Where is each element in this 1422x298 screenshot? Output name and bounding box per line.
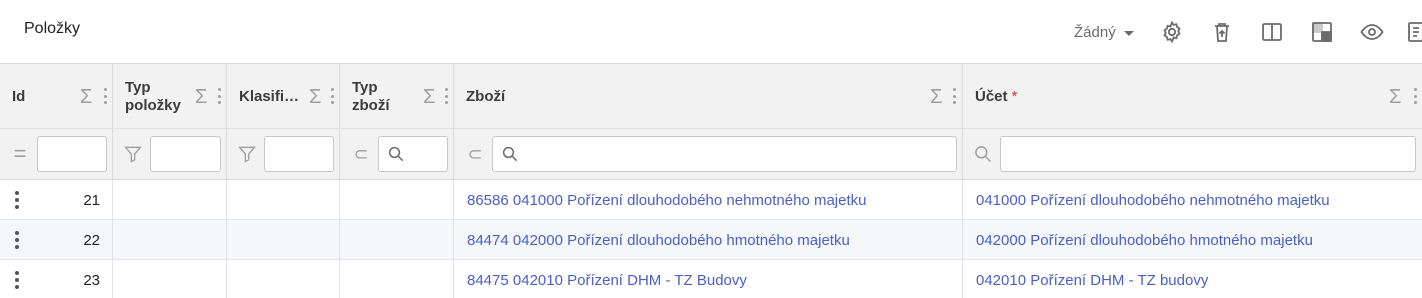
cell-klasifikace [227, 260, 340, 298]
column-label-id: Id [12, 87, 26, 105]
cell-id: 22 [0, 220, 113, 260]
filter-input-zbozi[interactable] [492, 136, 957, 172]
gear-icon[interactable] [1159, 19, 1185, 45]
funnel-icon[interactable] [122, 143, 144, 165]
toolbar: Položky Žádný [0, 0, 1422, 63]
column-label-klasifikace: Klasifi… [239, 87, 300, 105]
sigma-icon[interactable]: Σ [309, 86, 321, 109]
filter-cell-id: = [0, 129, 113, 180]
table-row[interactable]: 22 84474 042000 Pořízení dlouhodobého hm… [0, 220, 1422, 260]
column-label-zbozi: Zboží [466, 87, 506, 105]
contains-operator[interactable]: ⊂ [350, 143, 372, 165]
column-label-typ-zbozi: Typ zboží [352, 78, 390, 114]
cell-typ-zbozi [340, 180, 454, 220]
row-menu-icon[interactable] [13, 271, 21, 289]
columns-icon[interactable] [1259, 19, 1285, 45]
funnel-icon[interactable] [236, 143, 258, 165]
sigma-icon[interactable]: Σ [1389, 86, 1401, 109]
layout-icon[interactable] [1309, 19, 1335, 45]
sigma-icon[interactable]: Σ [195, 86, 207, 109]
view-select[interactable]: Žádný [1074, 22, 1134, 42]
column-header-id[interactable]: Id Σ [0, 64, 113, 129]
column-header-klasifikace[interactable]: Klasifi… Σ [227, 64, 340, 129]
column-header-ucet[interactable]: Účet * Σ [963, 64, 1422, 129]
cell-ucet: 042010 Pořízení DHM - TZ budovy [963, 260, 1422, 298]
cell-zbozi: 86586 041000 Pořízení dlouhodobého nehmo… [454, 180, 963, 220]
row-menu-icon[interactable] [13, 191, 21, 209]
row-menu-icon[interactable] [13, 231, 21, 249]
cell-typ-zbozi [340, 260, 454, 298]
row-id: 21 [83, 191, 100, 209]
zbozi-link[interactable]: 84474 042000 Pořízení dlouhodobého hmotn… [454, 232, 850, 249]
filter-input-typ-polozky[interactable] [150, 136, 221, 172]
ucet-link[interactable]: 042000 Pořízení dlouhodobého hmotného ma… [963, 232, 1313, 249]
cell-klasifikace [227, 220, 340, 260]
filter-cell-typ-zbozi: ⊂ [340, 129, 454, 180]
column-header-typ-zbozi[interactable]: Typ zboží Σ [340, 64, 454, 129]
ucet-link[interactable]: 042010 Pořízení DHM - TZ budovy [963, 272, 1208, 289]
column-menu-icon[interactable] [330, 86, 334, 106]
column-label-typ-polozky: Typ položky [125, 78, 181, 114]
cell-typ-polozky [113, 260, 227, 298]
column-header-typ-polozky[interactable]: Typ položky Σ [113, 64, 227, 129]
filter-cell-ucet [963, 129, 1422, 180]
filter-input-typ-zbozi[interactable] [378, 136, 448, 172]
cell-typ-polozky [113, 220, 227, 260]
zbozi-link[interactable]: 86586 041000 Pořízení dlouhodobého nehmo… [454, 192, 867, 209]
search-icon [972, 143, 994, 165]
cell-ucet: 042000 Pořízení dlouhodobého hmotného ma… [963, 220, 1422, 260]
cell-zbozi: 84474 042000 Pořízení dlouhodobého hmotn… [454, 220, 963, 260]
cell-typ-polozky [113, 180, 227, 220]
column-label-ucet: Účet * [975, 64, 1017, 129]
chevron-down-icon [1123, 30, 1134, 36]
filter-cell-klasifikace [227, 129, 340, 180]
row-id: 22 [83, 231, 100, 249]
column-menu-icon[interactable] [103, 86, 107, 106]
search-icon [388, 146, 404, 162]
zbozi-link[interactable]: 84475 042010 Pořízení DHM - TZ Budovy [454, 272, 747, 289]
sigma-icon[interactable]: Σ [423, 86, 435, 109]
table-row[interactable]: 21 86586 041000 Pořízení dlouhodobého ne… [0, 180, 1422, 220]
column-menu-icon[interactable] [217, 86, 221, 106]
cell-id: 23 [0, 260, 113, 298]
filter-input-klasifikace[interactable] [264, 136, 334, 172]
table-row[interactable]: 23 84475 042010 Pořízení DHM - TZ Budovy… [0, 260, 1422, 298]
data-grid: Id Σ Typ položky Σ Klasifi… Σ Typ zboží … [0, 63, 1422, 298]
sigma-icon[interactable]: Σ [930, 86, 942, 109]
column-menu-icon[interactable] [444, 86, 448, 106]
grid-header-row: Id Σ Typ položky Σ Klasifi… Σ Typ zboží … [0, 64, 1422, 129]
cell-klasifikace [227, 180, 340, 220]
eye-icon[interactable] [1359, 19, 1385, 45]
column-menu-icon[interactable] [1413, 86, 1417, 106]
grid-filter-row: = ⊂ ⊂ [0, 129, 1422, 180]
cell-typ-zbozi [340, 220, 454, 260]
column-menu-icon[interactable] [952, 86, 956, 106]
delete-icon[interactable] [1209, 19, 1235, 45]
required-mark: * [1011, 87, 1018, 105]
sigma-icon[interactable]: Σ [80, 86, 92, 109]
cell-id: 21 [0, 180, 113, 220]
equals-operator[interactable]: = [9, 141, 31, 166]
contains-operator[interactable]: ⊂ [464, 143, 486, 165]
export-icon[interactable] [1406, 19, 1422, 45]
view-select-value: Žádný [1074, 23, 1116, 41]
filter-cell-zbozi: ⊂ [454, 129, 963, 180]
column-label-ucet-text: Účet [975, 87, 1008, 105]
ucet-link[interactable]: 041000 Pořízení dlouhodobého nehmotného … [963, 192, 1330, 209]
row-id: 23 [83, 271, 100, 289]
cell-ucet: 041000 Pořízení dlouhodobého nehmotného … [963, 180, 1422, 220]
filter-cell-typ-polozky [113, 129, 227, 180]
filter-input-ucet[interactable] [1000, 136, 1416, 172]
page-title: Položky [24, 20, 81, 37]
column-header-zbozi[interactable]: Zboží Σ [454, 64, 963, 129]
search-icon [502, 146, 518, 162]
cell-zbozi: 84475 042010 Pořízení DHM - TZ Budovy [454, 260, 963, 298]
filter-input-id[interactable] [37, 136, 107, 172]
